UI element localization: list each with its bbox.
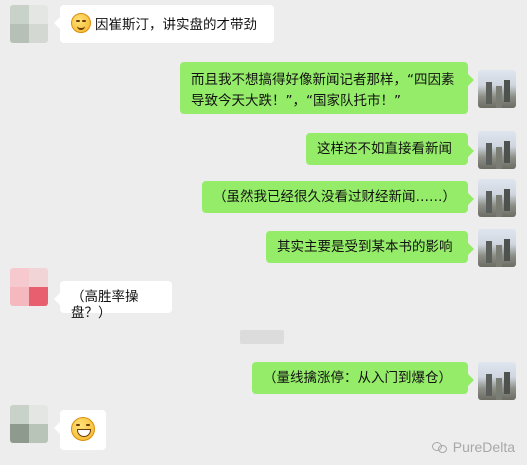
message-bubble[interactable]: 这样还不如直接看新闻 [306, 133, 474, 165]
avatar-right[interactable] [478, 362, 516, 400]
watermark-text: PureDelta [452, 439, 515, 455]
message-text: （虽然我已经很久没看过财经新闻……） [213, 189, 456, 205]
message-text: 而且我不想搞得好像新闻记者那样，“四因素导致今天大跌！”，“国家队托市！” [191, 72, 455, 109]
wechat-icon [431, 441, 448, 454]
avatar-right[interactable] [478, 229, 516, 267]
message-text: （量线擒涨停：从入门到爆仓） [263, 370, 452, 386]
message-text: 因崔斯汀，讲实盘的才带劲 [95, 17, 257, 33]
avatar-left[interactable] [10, 5, 48, 43]
grin-emoji-icon [71, 13, 91, 33]
avatar-left[interactable] [10, 268, 48, 306]
message-text: 这样还不如直接看新闻 [317, 141, 452, 157]
watermark: PureDelta [431, 439, 515, 455]
avatar-right[interactable] [478, 70, 516, 108]
timestamp [240, 330, 284, 344]
message-bubble[interactable]: 而且我不想搞得好像新闻记者那样，“四因素导致今天大跌！”，“国家队托市！” [180, 62, 474, 114]
message-text: （高胜率操盘？） [71, 289, 139, 321]
message-bubble[interactable]: 其实主要是受到某本书的影响 [266, 231, 474, 263]
message-bubble[interactable]: （虽然我已经很久没看过财经新闻……） [202, 181, 474, 213]
message-bubble[interactable]: （高胜率操盘？） [54, 281, 172, 321]
avatar-left[interactable] [10, 405, 48, 443]
message-text: 其实主要是受到某本书的影响 [277, 239, 453, 255]
message-bubble[interactable]: （量线擒涨停：从入门到爆仓） [252, 362, 474, 394]
avatar-right[interactable] [478, 131, 516, 169]
avatar-right[interactable] [478, 179, 516, 217]
grimace-emoji-icon [71, 417, 95, 441]
message-bubble[interactable]: 因崔斯汀，讲实盘的才带劲 [54, 5, 274, 43]
message-bubble[interactable] [54, 410, 106, 450]
